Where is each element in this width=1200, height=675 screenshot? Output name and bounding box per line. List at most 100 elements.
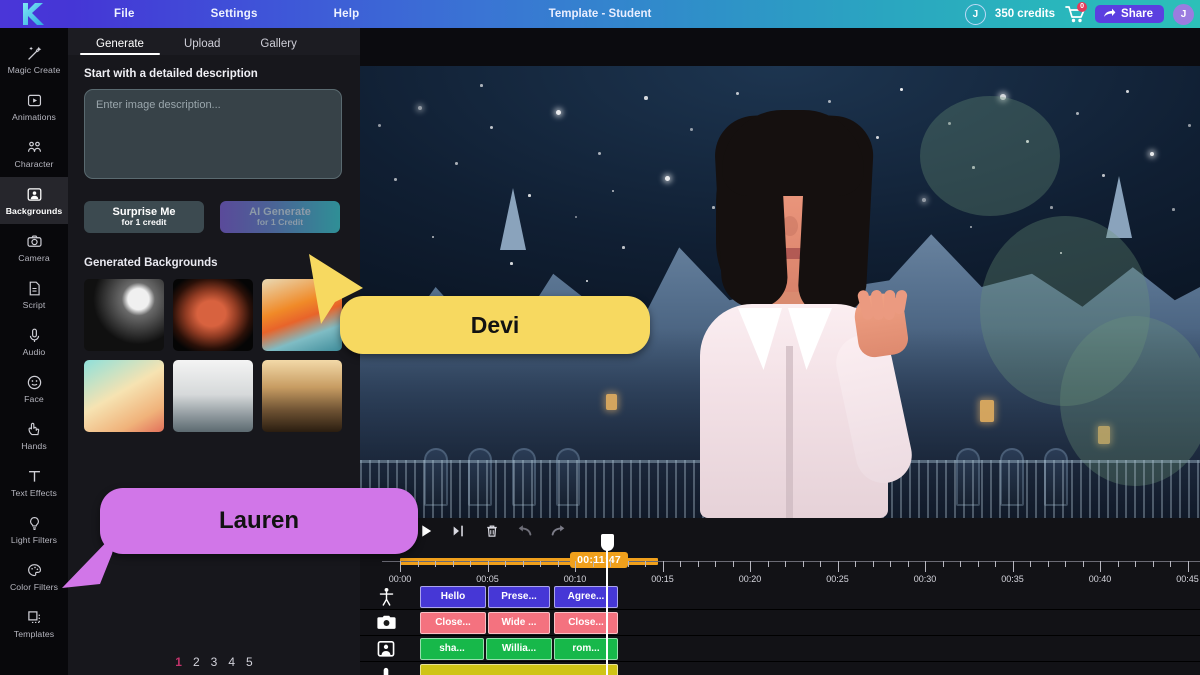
play-square-icon (26, 92, 43, 109)
ruler-tick (627, 561, 629, 567)
surprise-me-button[interactable]: Surprise Me for 1 credit (84, 201, 204, 233)
sidebar-item-magic-create[interactable]: Magic Create (0, 36, 68, 83)
redo-button[interactable] (544, 521, 572, 545)
page-4[interactable]: 4 (228, 655, 235, 669)
undo-arrow-icon (516, 523, 534, 544)
ruler-label: 00:00 (388, 574, 412, 584)
character-track-icon[interactable] (360, 584, 412, 610)
sidebar-item-script[interactable]: Script (0, 271, 68, 318)
ruler-tick (452, 561, 454, 567)
app-logo[interactable] (0, 0, 60, 28)
ruler-tick (1187, 561, 1189, 572)
page-5[interactable]: 5 (246, 655, 253, 669)
animated-character[interactable] (660, 98, 920, 518)
sidebar-item-audio[interactable]: Audio (0, 318, 68, 365)
sidebar-item-label: Light Filters (10, 534, 58, 545)
sidebar-item-backgrounds[interactable]: Backgrounds (0, 177, 68, 224)
k-logo-icon (23, 3, 44, 25)
sidebar-item-character[interactable]: Character (0, 130, 68, 177)
timeline-ruler[interactable]: 00:11:47 00:00 00:05 00:10 00:15 00:20 00:25 0… (382, 548, 1200, 584)
star (510, 262, 513, 265)
timeline-clip[interactable]: rom... (554, 637, 618, 660)
red-planet-thumb[interactable] (173, 279, 253, 351)
gallery-hall-thumb[interactable] (262, 360, 342, 432)
ruler-tick (470, 561, 471, 567)
camera-track-icon[interactable] (360, 610, 412, 636)
ruler-tick (767, 561, 769, 567)
camera-track-lane[interactable]: Close... Wide ... Close... (412, 610, 1200, 636)
preview-scene[interactable] (360, 66, 1200, 518)
star (455, 162, 458, 165)
ruler-tick (575, 561, 576, 572)
sidebar-item-light-filters[interactable]: Light Filters (0, 506, 68, 553)
undo-button[interactable] (511, 521, 539, 545)
playhead-handle[interactable] (600, 534, 614, 551)
yellow-cursor-icon (309, 254, 363, 324)
account-avatar[interactable]: J (964, 3, 986, 25)
sidebar-item-animations[interactable]: Animations (0, 83, 68, 130)
panel-heading: Start with a detailed description (84, 68, 258, 80)
sidebar-item-camera[interactable]: Camera (0, 224, 68, 271)
sidebar-item-hands[interactable]: Hands (0, 412, 68, 459)
ruler-tick (732, 561, 734, 567)
sidebar-item-text-effects[interactable]: Text Effects (0, 459, 68, 506)
ruler-tick (400, 561, 401, 572)
timeline-clip[interactable]: Prese... (488, 585, 550, 608)
page-3[interactable]: 3 (211, 655, 218, 669)
audio-track-icon[interactable] (360, 662, 412, 675)
ruler-tick (907, 561, 909, 567)
sidebar-item-templates[interactable]: Templates (0, 600, 68, 647)
timeline-clip[interactable]: Agree... (554, 585, 618, 608)
split-button[interactable] (445, 521, 473, 545)
camera-track: Close... Wide ... Close... (360, 610, 1200, 636)
lit-window-1 (980, 400, 994, 422)
tab-generate[interactable]: Generate (76, 38, 164, 55)
mansion-spire-right (1106, 176, 1132, 238)
star (1150, 152, 1155, 157)
bulb-icon (26, 515, 43, 532)
menu-settings[interactable]: Settings (201, 8, 268, 20)
timeline-clip[interactable]: Close... (420, 611, 486, 634)
split-icon (451, 523, 467, 544)
character-shirt-placket (786, 346, 793, 518)
image-description-input[interactable] (84, 89, 342, 179)
timeline-clip[interactable]: Wide ... (488, 611, 550, 634)
ruler-tick (697, 561, 699, 567)
page-2[interactable]: 2 (193, 655, 200, 669)
menu-file[interactable]: File (104, 8, 145, 20)
background-track-icon[interactable] (360, 636, 412, 662)
menu-help[interactable]: Help (324, 8, 370, 20)
ruler-tick (540, 561, 541, 567)
timeline-clip[interactable]: Willia... (486, 637, 552, 660)
timeline-clip[interactable]: Hello (420, 585, 486, 608)
cart-button[interactable]: 0 (1064, 2, 1088, 24)
ai-generate-button[interactable]: AI Generate for 1 Credit (220, 201, 340, 233)
top-menu-bar: File Settings Help Template - Student J … (0, 0, 1200, 28)
sidebar-item-label: Color Filters (9, 581, 59, 592)
delete-button[interactable] (478, 521, 506, 545)
tab-gallery[interactable]: Gallery (240, 38, 316, 55)
current-time-badge: 00:11:47 (570, 552, 628, 568)
character-track-lane[interactable]: Hello Prese... Agree... (412, 584, 1200, 610)
sidebar-item-face[interactable]: Face (0, 365, 68, 412)
user-avatar[interactable]: J (1173, 3, 1194, 25)
audio-track-lane[interactable] (412, 662, 1200, 675)
timeline-clip[interactable]: Close... (554, 611, 618, 634)
tab-upload[interactable]: Upload (164, 38, 240, 55)
sidebar-item-label: Backgrounds (5, 205, 63, 216)
background-track-lane[interactable]: sha... Willia... rom... (412, 636, 1200, 662)
sidebar-item-label: Text Effects (11, 487, 57, 498)
pastel-diorama-thumb[interactable] (84, 360, 164, 432)
share-button[interactable]: Share (1095, 5, 1164, 23)
app-root: File Settings Help Template - Student J … (0, 0, 1200, 675)
callout-lauren: Lauren (100, 488, 418, 554)
ruler-tick (802, 561, 804, 567)
ruler-tick (680, 561, 681, 567)
timeline-clip[interactable]: sha... (420, 637, 484, 660)
timeline-clip[interactable] (420, 663, 618, 675)
sidebar-item-color-filters[interactable]: Color Filters (0, 553, 68, 600)
moon-landscape-thumb[interactable] (84, 279, 164, 351)
white-corridor-thumb[interactable] (173, 360, 253, 432)
page-1[interactable]: 1 (175, 655, 182, 669)
star (586, 280, 589, 283)
